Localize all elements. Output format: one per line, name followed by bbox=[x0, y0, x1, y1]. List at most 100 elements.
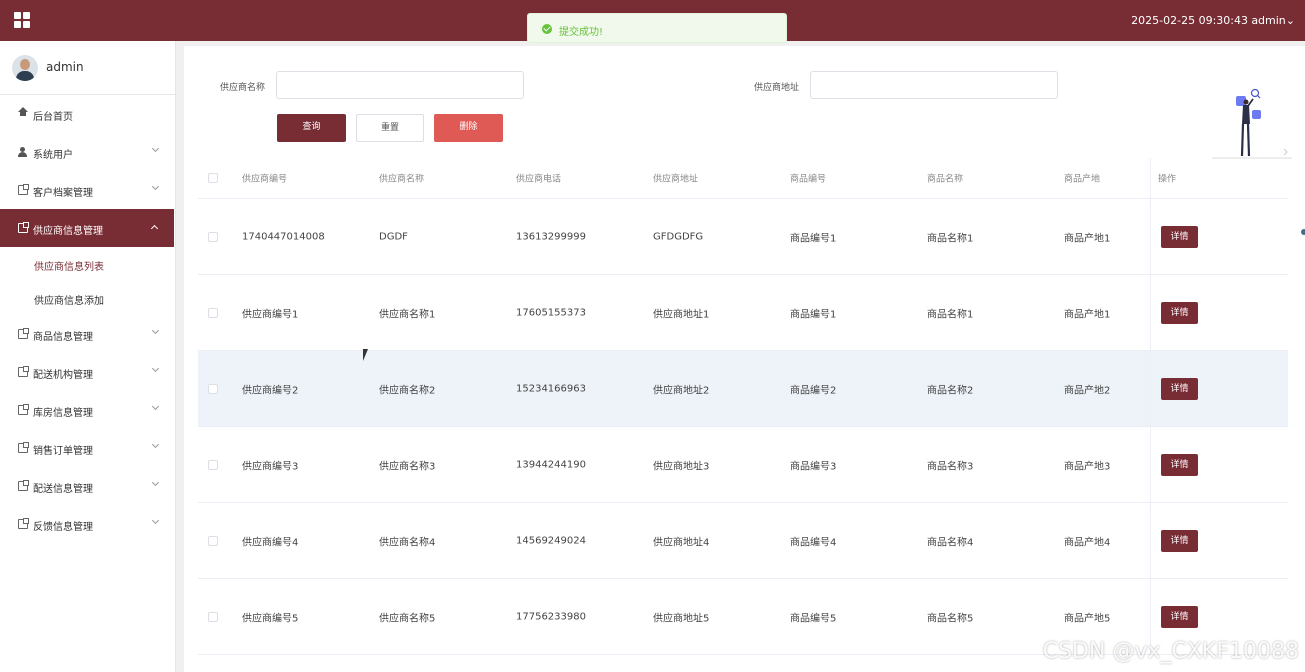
detail-button[interactable]: 详情 bbox=[1161, 529, 1198, 552]
cell-supplier-address: GFDGDFG bbox=[653, 231, 704, 242]
cell-product-origin: 商品产地1 bbox=[1064, 233, 1111, 244]
sidebar-item-label: 系统用户 bbox=[33, 150, 73, 161]
column-header: 操作 bbox=[1158, 174, 1177, 185]
doc-icon bbox=[18, 366, 29, 377]
sidebar-subitem-supplier-list[interactable]: 供应商信息列表 bbox=[0, 247, 175, 281]
sidebar-item-delivery-info[interactable]: 配送信息管理 bbox=[0, 467, 175, 505]
cell-product-name: 商品名称4 bbox=[927, 537, 974, 548]
sidebar-item-supplier-management[interactable]: 供应商信息管理 bbox=[0, 209, 174, 247]
row-checkbox[interactable] bbox=[208, 231, 218, 242]
doc-icon bbox=[18, 184, 29, 195]
doc-icon bbox=[18, 442, 29, 453]
detail-button[interactable]: 详情 bbox=[1161, 453, 1198, 476]
supplier-name-label: 供应商名称 bbox=[220, 83, 266, 93]
table-row: 供应商编号4 供应商名称4 14569249024 供应商地址4 商品编号4 商… bbox=[198, 503, 1288, 579]
cell-product-id: 商品编号4 bbox=[790, 537, 837, 548]
sidebar-item-home[interactable]: 后台首页 bbox=[0, 95, 175, 133]
chevron-down-icon bbox=[151, 478, 160, 487]
doc-icon bbox=[18, 518, 29, 529]
row-checkbox[interactable] bbox=[208, 535, 218, 546]
cell-supplier-name: 供应商名称2 bbox=[379, 385, 436, 396]
cell-product-id: 商品编号1 bbox=[790, 309, 837, 320]
cell-product-origin: 商品产地4 bbox=[1064, 537, 1111, 548]
query-button[interactable]: 查询 bbox=[277, 114, 346, 142]
cell-product-origin: 商品产地1 bbox=[1064, 309, 1111, 320]
cell-product-id: 商品编号1 bbox=[790, 233, 837, 244]
sidebar-item-sales-orders[interactable]: 销售订单管理 bbox=[0, 429, 175, 467]
row-checkbox[interactable] bbox=[208, 459, 218, 470]
cell-supplier-name: 供应商名称5 bbox=[379, 613, 436, 624]
cell-product-name: 商品名称1 bbox=[927, 309, 974, 320]
sidebar-item-label: 客户档案管理 bbox=[33, 188, 93, 199]
sidebar-subitem-supplier-add[interactable]: 供应商信息添加 bbox=[0, 281, 175, 315]
cell-supplier-name: 供应商名称3 bbox=[379, 461, 436, 472]
cell-product-id: 商品编号3 bbox=[790, 461, 837, 472]
supplier-address-input[interactable] bbox=[810, 71, 1058, 99]
sidebar-item-label: 后台首页 bbox=[33, 112, 73, 123]
chevron-down-icon bbox=[151, 326, 160, 335]
cell-product-name: 商品名称1 bbox=[927, 233, 974, 244]
cell-supplier-name: 供应商名称1 bbox=[379, 309, 436, 320]
sidebar-item-customer-archives[interactable]: 客户档案管理 bbox=[0, 171, 175, 209]
column-header: 供应商编号 bbox=[242, 174, 288, 185]
menu-grid-icon[interactable] bbox=[14, 12, 30, 28]
reset-button[interactable]: 重置 bbox=[356, 114, 424, 142]
mouse-cursor-icon bbox=[363, 349, 373, 361]
cell-supplier-id: 供应商编号3 bbox=[242, 461, 299, 472]
table-row: 1740447014008 DGDF 13613299999 GFDGDFG 商… bbox=[198, 199, 1288, 275]
column-header: 商品编号 bbox=[790, 174, 827, 185]
scroll-indicator[interactable] bbox=[1301, 229, 1305, 235]
cell-supplier-phone: 17605155373 bbox=[516, 307, 586, 318]
detail-button[interactable]: 详情 bbox=[1161, 225, 1198, 248]
sidebar-item-label: 供应商信息管理 bbox=[33, 226, 103, 237]
cell-supplier-phone: 13613299999 bbox=[516, 231, 586, 242]
doc-icon bbox=[18, 222, 29, 233]
profile-name: admin bbox=[46, 60, 84, 74]
column-header: 商品名称 bbox=[927, 174, 964, 185]
select-all-checkbox[interactable] bbox=[208, 173, 218, 183]
home-icon bbox=[18, 107, 28, 116]
sidebar-item-product-management[interactable]: 商品信息管理 bbox=[0, 315, 175, 353]
cell-product-origin: 商品产地2 bbox=[1064, 385, 1111, 396]
user-name: admin bbox=[1251, 14, 1286, 27]
toast-message: 提交成功! bbox=[559, 27, 604, 38]
row-checkbox[interactable] bbox=[208, 611, 218, 622]
cell-supplier-address: 供应商地址3 bbox=[653, 461, 710, 472]
column-header: 供应商地址 bbox=[653, 174, 699, 185]
cell-product-id: 商品编号5 bbox=[790, 613, 837, 624]
detail-button[interactable]: 详情 bbox=[1161, 377, 1198, 400]
column-header: 供应商名称 bbox=[379, 174, 425, 185]
cell-supplier-address: 供应商地址4 bbox=[653, 537, 710, 548]
sidebar-item-label: 配送信息管理 bbox=[33, 484, 93, 495]
supplier-name-input[interactable] bbox=[276, 71, 524, 99]
user-menu[interactable]: admin⌄ bbox=[1251, 14, 1295, 27]
sidebar-item-system-users[interactable]: 系统用户 bbox=[0, 133, 175, 171]
sidebar-item-delivery-org[interactable]: 配送机构管理 bbox=[0, 353, 175, 391]
chevron-up-icon bbox=[150, 224, 159, 233]
sidebar-item-warehouse[interactable]: 库房信息管理 bbox=[0, 391, 175, 429]
cell-product-origin: 商品产地3 bbox=[1064, 461, 1111, 472]
cell-supplier-name: 供应商名称4 bbox=[379, 537, 436, 548]
watermark: CSDN @vx_CXKF10088 bbox=[1042, 639, 1299, 664]
sidebar-item-label: 库房信息管理 bbox=[33, 408, 93, 419]
cell-product-origin: 商品产地5 bbox=[1064, 613, 1111, 624]
column-header: 商品产地 bbox=[1064, 174, 1101, 185]
doc-icon bbox=[18, 404, 29, 415]
cell-product-name: 商品名称3 bbox=[927, 461, 974, 472]
detail-button[interactable]: 详情 bbox=[1161, 301, 1198, 324]
table-row: 供应商编号3 供应商名称3 13944244190 供应商地址3 商品编号3 商… bbox=[198, 427, 1288, 503]
cell-supplier-phone: 13944244190 bbox=[516, 459, 586, 470]
cell-supplier-phone: 15234166963 bbox=[516, 383, 586, 394]
sidebar: admin 后台首页 系统用户 客户档案管理 供应商信息管理 供应商信息列表 供… bbox=[0, 41, 176, 672]
sidebar-item-feedback[interactable]: 反馈信息管理 bbox=[0, 505, 175, 543]
chevron-down-icon bbox=[151, 402, 160, 411]
delete-button[interactable]: 删除 bbox=[434, 114, 503, 142]
row-checkbox[interactable] bbox=[208, 307, 218, 318]
datetime-display: 2025-02-25 09:30:43 bbox=[1131, 14, 1248, 27]
profile: admin bbox=[0, 41, 175, 95]
row-checkbox[interactable] bbox=[208, 383, 218, 394]
sidebar-item-label: 销售订单管理 bbox=[33, 446, 93, 457]
table-row: 供应商编号2 供应商名称2 15234166963 供应商地址2 商品编号2 商… bbox=[198, 351, 1288, 427]
detail-button[interactable]: 详情 bbox=[1161, 605, 1198, 628]
sidebar-item-label: 配送机构管理 bbox=[33, 370, 93, 381]
